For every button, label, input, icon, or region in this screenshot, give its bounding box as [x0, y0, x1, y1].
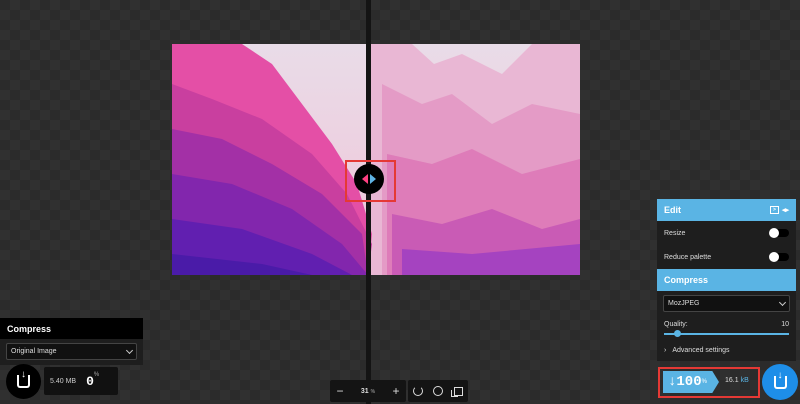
quality-slider-knob[interactable] [673, 330, 681, 337]
left-percent: 0 [86, 374, 94, 389]
method-row: MozJPEG [657, 291, 796, 317]
download-icon [17, 369, 30, 388]
reduce-palette-toggle[interactable] [769, 252, 789, 262]
left-percent-symbol: % [93, 372, 100, 378]
result-file-size: 16.1 kB [725, 377, 749, 384]
zoom-group: − 31 % + [330, 380, 406, 402]
result-size-unit: kB [740, 377, 749, 384]
bottom-toolbar: − 31 % + [330, 380, 468, 402]
right-options-panel: Edit > ◂▸ Resize Reduce palette Compress… [657, 199, 796, 361]
quality-label: Quality: [664, 321, 688, 328]
quality-row: Quality: 10 [657, 317, 796, 339]
left-file-size: 5.40 MB [50, 377, 77, 385]
chevron-down-icon [778, 298, 787, 306]
expand-arrows-icon[interactable]: ◂▸ [782, 206, 789, 214]
edit-header: Edit > ◂▸ [657, 199, 796, 221]
compress-method-select[interactable]: MozJPEG [663, 295, 790, 312]
download-left-button[interactable] [6, 364, 41, 399]
background-toggle-button[interactable] [428, 380, 448, 402]
edit-title: Edit [664, 205, 681, 215]
quality-slider[interactable] [664, 330, 789, 337]
left-percent-wrap: 0% [86, 372, 99, 390]
zoom-input[interactable]: 31 % [350, 388, 386, 395]
side-by-side-icon [450, 386, 463, 397]
left-options-panel: Compress Original Image [0, 318, 143, 365]
left-method-row: Original Image [0, 339, 143, 365]
left-method-value: Original Image [11, 348, 57, 355]
side-by-side-button[interactable] [448, 380, 468, 402]
background-toggle-icon [433, 386, 443, 396]
zoom-in-button[interactable]: + [386, 380, 406, 402]
view-options-group [408, 380, 468, 402]
advanced-settings-label: Advanced settings [672, 346, 730, 354]
resize-toggle[interactable] [769, 228, 789, 238]
handle-highlight-box [345, 160, 396, 202]
download-right-button[interactable] [762, 364, 798, 400]
download-icon [773, 370, 787, 389]
rotate-icon [413, 386, 423, 396]
advanced-settings-row[interactable]: › Advanced settings [657, 339, 796, 361]
compress-title: Compress [664, 275, 709, 285]
result-arrow: ↓ [668, 374, 677, 390]
zoom-out-button[interactable]: − [330, 380, 350, 402]
left-results: 5.40 MB 0% [44, 367, 118, 395]
result-percent-badge: ↓ 100% [663, 371, 719, 393]
compress-method-value: MozJPEG [668, 300, 700, 307]
left-compress-header: Compress [0, 318, 143, 339]
quality-value[interactable]: 10 [781, 321, 789, 328]
reduce-palette-label: Reduce palette [664, 253, 712, 261]
rotate-button[interactable] [408, 380, 428, 402]
terminal-icon[interactable]: > [769, 206, 779, 214]
result-percent: 100 [676, 374, 702, 390]
resize-row: Resize [657, 221, 796, 245]
result-percent-symbol: % [701, 379, 707, 385]
left-method-select[interactable]: Original Image [6, 343, 137, 360]
edit-header-icons: > ◂▸ [769, 206, 789, 214]
result-size-value: 16.1 [725, 377, 739, 384]
zoom-value: 31 [360, 387, 369, 395]
reduce-palette-row: Reduce palette [657, 245, 796, 269]
zoom-unit: % [370, 388, 376, 395]
compress-header: Compress [657, 269, 796, 291]
quality-labels: Quality: 10 [664, 321, 789, 328]
resize-label: Resize [664, 229, 686, 237]
chevron-right-icon: › [664, 346, 667, 354]
chevron-down-icon [125, 346, 134, 354]
compare-divider[interactable] [366, 0, 371, 404]
